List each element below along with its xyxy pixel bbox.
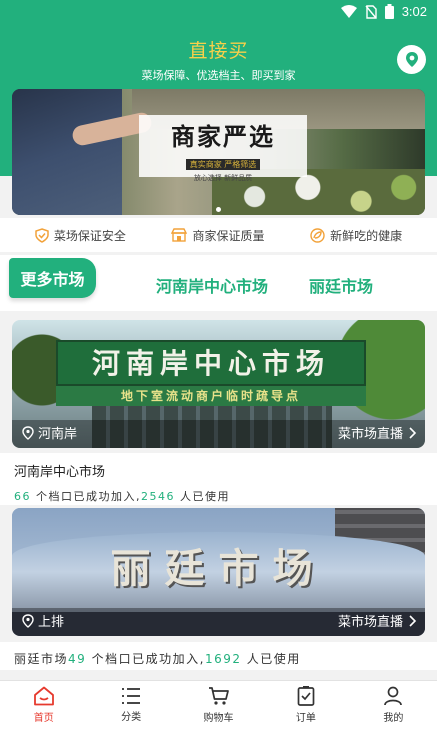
market-tabs: 更多市场 河南岸中心市场 丽廷市场	[0, 255, 437, 311]
chevron-right-icon	[409, 426, 417, 439]
banner-sign: 商家严选 真实商家 严格筛选 放心选择 新鲜品质	[139, 115, 307, 182]
bottom-nav: 首页 分类 购物车 订单 我的	[0, 680, 437, 729]
guarantee-label: 新鲜吃的健康	[330, 228, 403, 243]
location-pin-icon	[405, 51, 418, 67]
guarantee-item-safety: 菜场保证安全	[35, 227, 126, 244]
market-photo-subsign-text: 地下室流动商户临时疏导点	[120, 389, 301, 403]
market-live-link[interactable]: 菜市场直播	[338, 423, 417, 442]
status-time: 3:02	[401, 4, 427, 19]
market-name[interactable]: 河南岸中心市场	[14, 461, 424, 480]
tab-liting-market[interactable]: 丽廷市场	[309, 273, 373, 297]
market-photo-sign-text: 河南岸中心市场	[91, 347, 330, 380]
home-icon	[33, 686, 54, 706]
market-info-line[interactable]: 丽廷市场49 个档口已成功加入,1692 人已使用	[14, 650, 424, 667]
market-stats: 66 个档口已成功加入,2546 人已使用	[14, 488, 424, 504]
stats-text: 人已使用	[175, 490, 230, 503]
location-pin-icon	[22, 425, 34, 440]
nav-label: 订单	[295, 713, 316, 724]
chevron-right-icon	[409, 614, 417, 627]
guarantee-label: 菜场保证安全	[53, 228, 126, 243]
user-count: 1692	[204, 652, 242, 666]
market-location: 河南岸	[22, 423, 77, 442]
status-bar: 3:02	[0, 0, 437, 26]
stats-text: 个档口已成功加入,	[86, 652, 205, 666]
banner-tagline: 真实商家 严格筛选	[185, 159, 261, 170]
location-pin-icon	[22, 613, 34, 628]
nav-item-home[interactable]: 首页	[0, 681, 87, 729]
store-icon	[171, 228, 188, 242]
banner-headline: 商家严选	[171, 122, 275, 151]
status-icons: 3:02	[340, 4, 427, 19]
banner-footer: 放心选择 新鲜品质	[193, 174, 253, 182]
app-title: 直接买	[188, 40, 249, 62]
banner-dot	[216, 207, 221, 212]
market-live-link[interactable]: 菜市场直播	[338, 611, 417, 630]
market-card-1[interactable]: 河南岸中心市场 地下室流动商户临时疏导点 河南岸 菜市场直播	[12, 320, 425, 448]
location-button[interactable]	[397, 45, 426, 74]
stall-count: 66	[14, 490, 31, 503]
market-location-label: 河南岸	[38, 427, 78, 442]
fresh-leaf-icon	[310, 227, 325, 243]
wifi-icon	[340, 4, 357, 18]
category-list-icon	[122, 688, 141, 704]
app-subtitle: 菜场保障、优选档主、即买到家	[141, 69, 296, 82]
more-markets-tab[interactable]: 更多市场	[9, 258, 96, 298]
nav-item-category[interactable]: 分类	[87, 681, 174, 729]
guarantee-item-quality: 商家保证质量	[171, 227, 264, 244]
nav-label: 我的	[383, 713, 404, 724]
user-count: 2546	[141, 490, 175, 503]
market-live-label: 菜市场直播	[337, 615, 403, 630]
banner-photo-shopper	[12, 89, 122, 215]
no-sim-icon	[365, 4, 377, 19]
guarantee-item-fresh: 新鲜吃的健康	[310, 227, 402, 244]
order-icon	[297, 686, 315, 706]
tab-henan-an-market[interactable]: 河南岸中心市场	[156, 273, 268, 297]
profile-icon	[384, 686, 403, 706]
nav-label: 分类	[121, 712, 142, 723]
market-location: 上排	[22, 611, 64, 630]
market-photo-subsign: 地下室流动商户临时疏导点	[56, 386, 366, 406]
market-photo-signboard: 河南岸中心市场	[56, 340, 366, 386]
guarantee-strip: 菜场保证安全 商家保证质量 新鲜吃的健康	[0, 218, 437, 252]
stats-text: 个档口已成功加入,	[31, 490, 141, 503]
market-card-2[interactable]: 丽廷市场 上排 菜市场直播	[12, 508, 425, 636]
stats-text: 人已使用	[241, 652, 301, 666]
nav-item-cart[interactable]: 购物车	[175, 681, 262, 729]
cart-icon	[208, 687, 229, 705]
market-photo-sign-text: 丽廷市场	[110, 545, 327, 592]
banner-pagination	[12, 207, 425, 212]
market-name: 丽廷市场	[14, 652, 69, 666]
shield-check-icon	[35, 227, 49, 243]
nav-label: 首页	[33, 713, 54, 724]
market-live-label: 菜市场直播	[337, 427, 403, 442]
battery-icon	[384, 4, 394, 19]
market-location-label: 上排	[38, 615, 65, 630]
stall-count: 49	[68, 652, 87, 666]
nav-item-orders[interactable]: 订单	[262, 681, 349, 729]
guarantee-label: 商家保证质量	[192, 228, 265, 243]
nav-item-profile[interactable]: 我的	[350, 681, 437, 729]
promo-banner[interactable]: 商家严选 真实商家 严格筛选 放心选择 新鲜品质	[12, 89, 425, 215]
nav-label: 购物车	[203, 713, 234, 724]
